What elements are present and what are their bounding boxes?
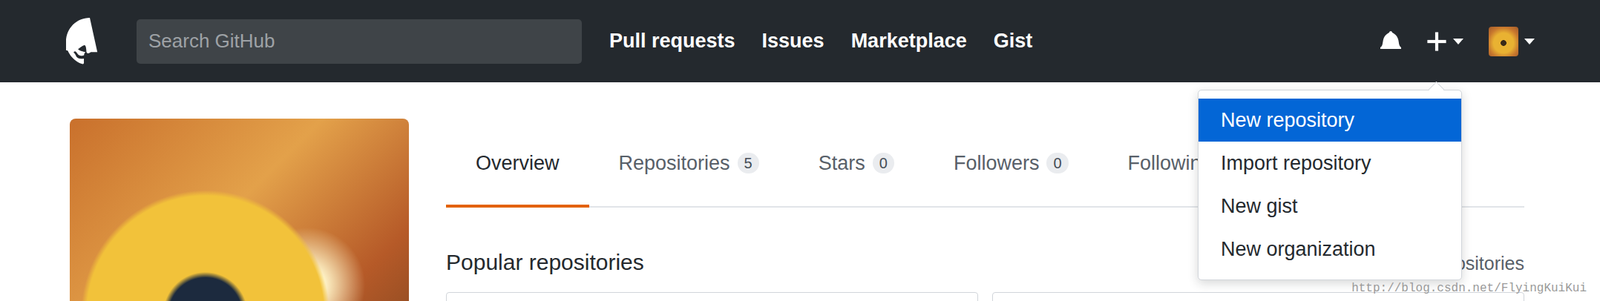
profile-tab[interactable]: Followers 0 xyxy=(923,118,1099,208)
user-menu-button[interactable] xyxy=(1488,26,1535,57)
header-actions xyxy=(1380,26,1535,57)
header-bar: Pull requests Issues Marketplace Gist xyxy=(0,0,1600,83)
caret-icon xyxy=(1524,38,1535,45)
nav-link[interactable]: Pull requests xyxy=(609,29,736,53)
create-menu: New repositoryImport repositoryNew gistN… xyxy=(1197,89,1462,281)
menu-item[interactable]: New gist xyxy=(1198,184,1462,228)
main-nav: Pull requests Issues Marketplace Gist xyxy=(609,29,1033,53)
tab-counter: 5 xyxy=(737,152,760,174)
menu-item[interactable]: Import repository xyxy=(1198,141,1462,185)
github-logo-icon[interactable] xyxy=(66,17,114,66)
nav-link[interactable]: Marketplace xyxy=(851,29,967,53)
create-button[interactable] xyxy=(1426,31,1464,52)
section-title: Popular repositories xyxy=(446,249,645,277)
bell-icon[interactable] xyxy=(1380,29,1402,54)
menu-item[interactable]: New repository xyxy=(1198,98,1462,142)
plus-icon xyxy=(1426,31,1448,52)
nav-link[interactable]: Gist xyxy=(993,29,1034,53)
profile-tab[interactable]: Overview xyxy=(446,118,590,208)
menu-arrow xyxy=(1428,81,1445,98)
profile-tab[interactable]: Stars 0 xyxy=(788,118,924,208)
tab-counter: 0 xyxy=(1046,152,1068,174)
menu-item[interactable]: New organization xyxy=(1198,227,1462,271)
profile-photo xyxy=(69,118,409,301)
watermark: http://blog.csdn.net/FlyingKuiKui xyxy=(1351,282,1587,296)
search-input[interactable] xyxy=(136,19,582,64)
repo-card[interactable] xyxy=(446,292,979,301)
caret-icon xyxy=(1453,38,1464,45)
github-profile-page: Pull requests Issues Marketplace Gist Overv… xyxy=(0,0,1600,301)
tab-counter: 0 xyxy=(872,152,895,174)
nav-link[interactable]: Issues xyxy=(762,29,825,53)
profile-tab[interactable]: Repositories 5 xyxy=(589,118,789,208)
avatar xyxy=(1488,26,1519,57)
